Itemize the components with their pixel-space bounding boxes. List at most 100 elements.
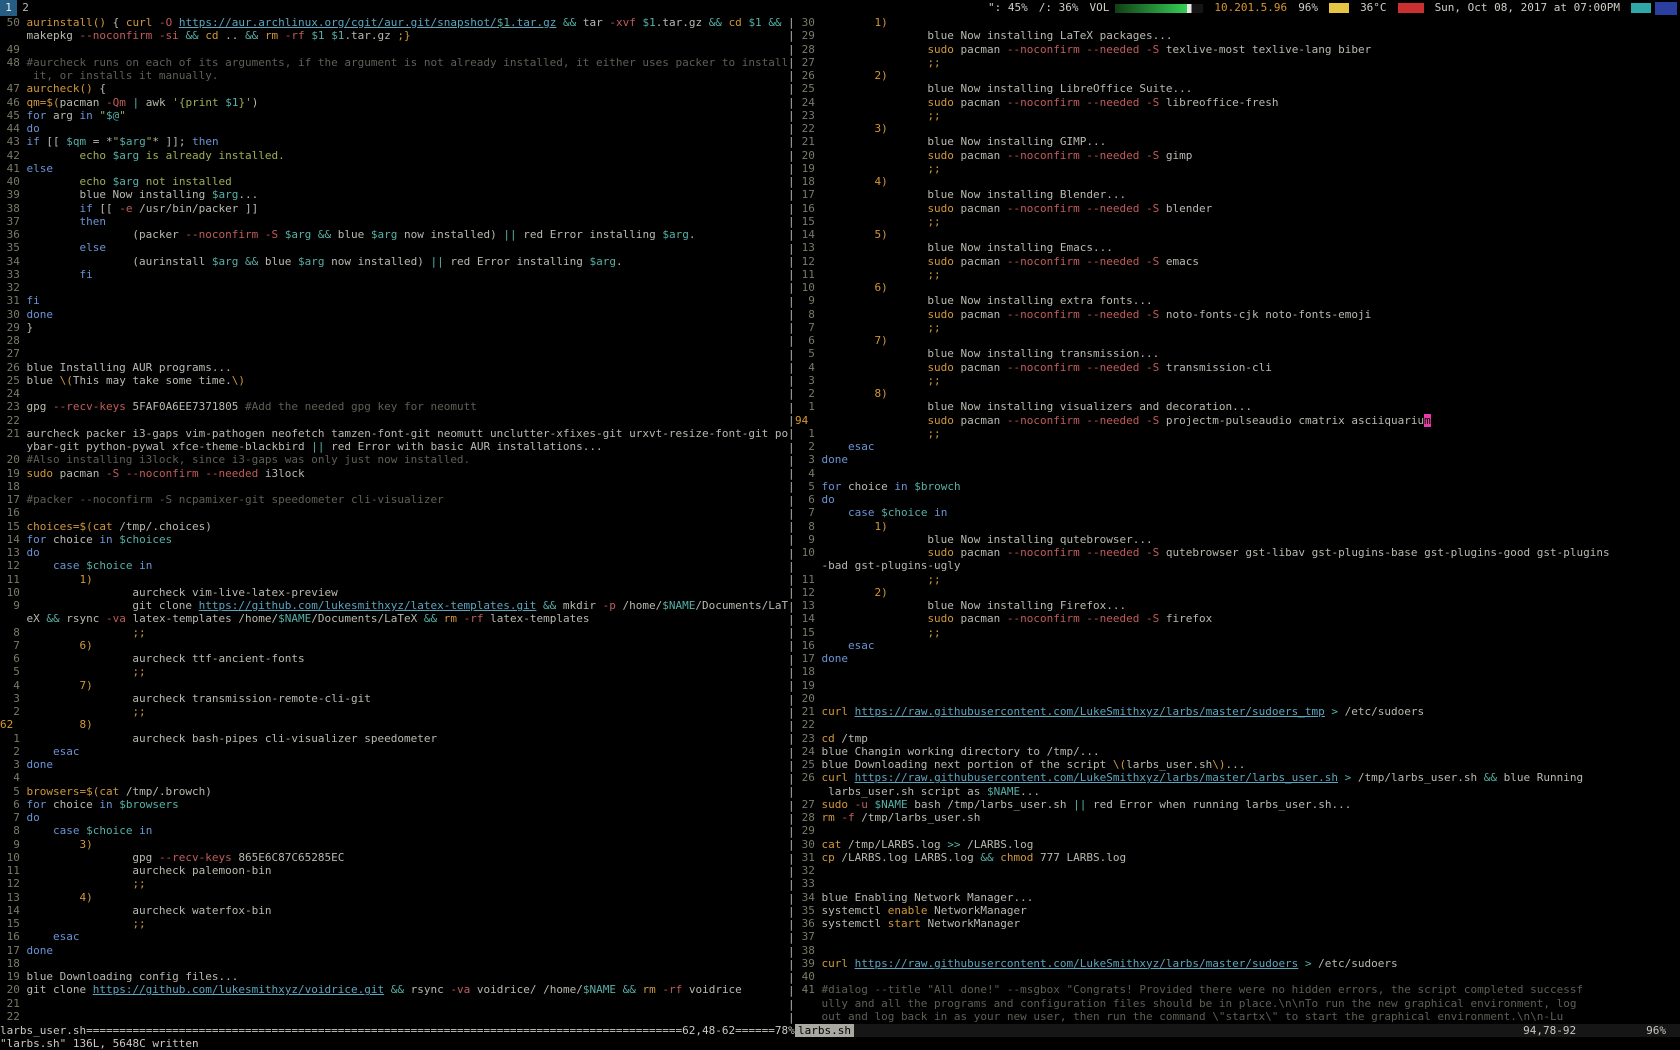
code-row: 13 4)	[0, 891, 788, 904]
line-number: 31	[795, 851, 815, 864]
code-row: 62 8)	[0, 718, 788, 731]
line-number: 4	[795, 361, 815, 374]
code-row: 6 7)	[795, 334, 1680, 347]
line-number: 8	[0, 626, 20, 639]
line-number: 2	[0, 705, 20, 718]
code-row: 6do	[795, 493, 1680, 506]
line-number: 11	[0, 864, 20, 877]
desktop: 12 ": 45% /: 36% VOL 10.201.5.96 96% 36°…	[0, 0, 1680, 1050]
line-number: 2	[795, 387, 815, 400]
line-number: 6	[795, 334, 815, 347]
workspace-tag-1[interactable]: 1	[0, 0, 17, 16]
volume-slider[interactable]	[1115, 4, 1203, 13]
line-number: 18	[795, 175, 815, 188]
line-number: 21	[795, 705, 815, 718]
code-row: -bad gst-plugins-ugly	[795, 559, 1680, 572]
line-number: 21	[795, 135, 815, 148]
code-row: 47aurcheck() {	[0, 82, 788, 95]
code-row: larbs_user.sh script as $NAME...	[795, 785, 1680, 798]
line-number: 23	[795, 109, 815, 122]
line-number: 17	[0, 493, 20, 506]
line-number: 3	[795, 453, 815, 466]
code-row: 8 ;;	[0, 626, 788, 639]
line-number: 12	[795, 255, 815, 268]
line-number: 33	[795, 877, 815, 890]
line-number: 29	[795, 824, 815, 837]
line-number: 9	[0, 838, 20, 851]
code-row: 3done	[0, 758, 788, 771]
line-number: 28	[795, 811, 815, 824]
statusline-active: larbs.sh 94,78-92 96%	[795, 1024, 1680, 1037]
line-number: 62	[0, 718, 20, 731]
line-number: 12	[0, 877, 20, 890]
line-number: 27	[0, 347, 20, 360]
line-number: 40	[0, 175, 20, 188]
line-number: 9	[0, 599, 20, 612]
code-row: 30cat /tmp/LARBS.log >> /LARBS.log	[795, 838, 1680, 851]
statusline-spacer	[854, 1024, 1523, 1037]
code-row: 12 case $choice in	[0, 559, 788, 572]
code-row: 10 sudo pacman --noconfirm --needed -S q…	[795, 546, 1680, 559]
code-row: 31fi	[0, 294, 788, 307]
code-row: 22	[795, 718, 1680, 731]
statusline-gap	[1576, 1024, 1646, 1037]
temp-indicator-bar	[1398, 3, 1424, 13]
line-number: 6	[795, 493, 815, 506]
editor-pane-larbs-sh[interactable]: 30 1)29 blue Now installing LaTeX packag…	[795, 16, 1680, 1024]
line-number: 30	[795, 16, 815, 29]
line-number: 7	[795, 321, 815, 334]
code-row: 40 echo $arg not installed	[0, 175, 788, 188]
code-row: 6for choice in $browsers	[0, 798, 788, 811]
code-row: 2 esac	[795, 440, 1680, 453]
disk-root-usage: /: 36%	[1039, 0, 1079, 16]
line-number: 12	[0, 559, 20, 572]
line-number: 5	[795, 347, 815, 360]
line-number: 32	[0, 281, 20, 294]
workspace-tag-2[interactable]: 2	[17, 0, 34, 16]
line-number: 6	[0, 798, 20, 811]
code-row: 18	[0, 480, 788, 493]
line-number: 1	[795, 400, 815, 413]
code-row: 34 (aurinstall $arg && blue $arg now ins…	[0, 255, 788, 268]
battery-indicator-bar	[1329, 3, 1349, 13]
line-number: 22	[795, 718, 815, 731]
line-number: 25	[795, 82, 815, 95]
code-row: 39curl https://raw.githubusercontent.com…	[795, 957, 1680, 970]
line-number: 16	[0, 506, 20, 519]
line-number: 5	[0, 785, 20, 798]
code-row: 10 aurcheck vim-live-latex-preview	[0, 586, 788, 599]
editor-pane-larbs-user-sh[interactable]: 50aurinstall() { curl -O https://aur.arc…	[0, 16, 788, 1024]
line-number: 22	[0, 1010, 20, 1023]
code-row: 3 ;;	[795, 374, 1680, 387]
code-row: 45for arg in "$@"	[0, 109, 788, 122]
code-row: 20git clone https://github.com/lukesmith…	[0, 983, 788, 996]
code-row: 12 2)	[795, 586, 1680, 599]
code-row: 19	[795, 679, 1680, 692]
code-row: 26 2)	[795, 69, 1680, 82]
code-row: 12 ;;	[0, 877, 788, 890]
volume-label: VOL	[1089, 0, 1109, 16]
code-row: 15 ;;	[795, 215, 1680, 228]
line-number: 8	[795, 520, 815, 533]
line-number: 11	[795, 573, 815, 586]
code-row: 4 7)	[0, 679, 788, 692]
line-number: 47	[0, 82, 20, 95]
line-number: 14	[795, 612, 815, 625]
line-number: 8	[795, 308, 815, 321]
code-row: 7do	[0, 811, 788, 824]
code-row: 8 sudo pacman --noconfirm --needed -S no…	[795, 308, 1680, 321]
code-row: 25blue \(This may take some time.\)	[0, 374, 788, 387]
code-row: 8 1)	[795, 520, 1680, 533]
code-row: 46qm=$(pacman -Qm | awk '{print $1}')	[0, 96, 788, 109]
line-number: 44	[0, 122, 20, 135]
line-number: 37	[0, 215, 20, 228]
line-number: 10	[795, 546, 815, 559]
code-row: 19 ;;	[795, 162, 1680, 175]
command-line: "larbs.sh" 136L, 5648C written	[0, 1037, 1680, 1050]
line-number: 2	[795, 440, 815, 453]
line-number: 45	[0, 109, 20, 122]
code-row: ybar-git python-pywal xfce-theme-blackbi…	[0, 440, 788, 453]
code-row: 20	[795, 692, 1680, 705]
line-number: 32	[795, 864, 815, 877]
code-row: 20#Also installing i3lock, since i3-gaps…	[0, 453, 788, 466]
